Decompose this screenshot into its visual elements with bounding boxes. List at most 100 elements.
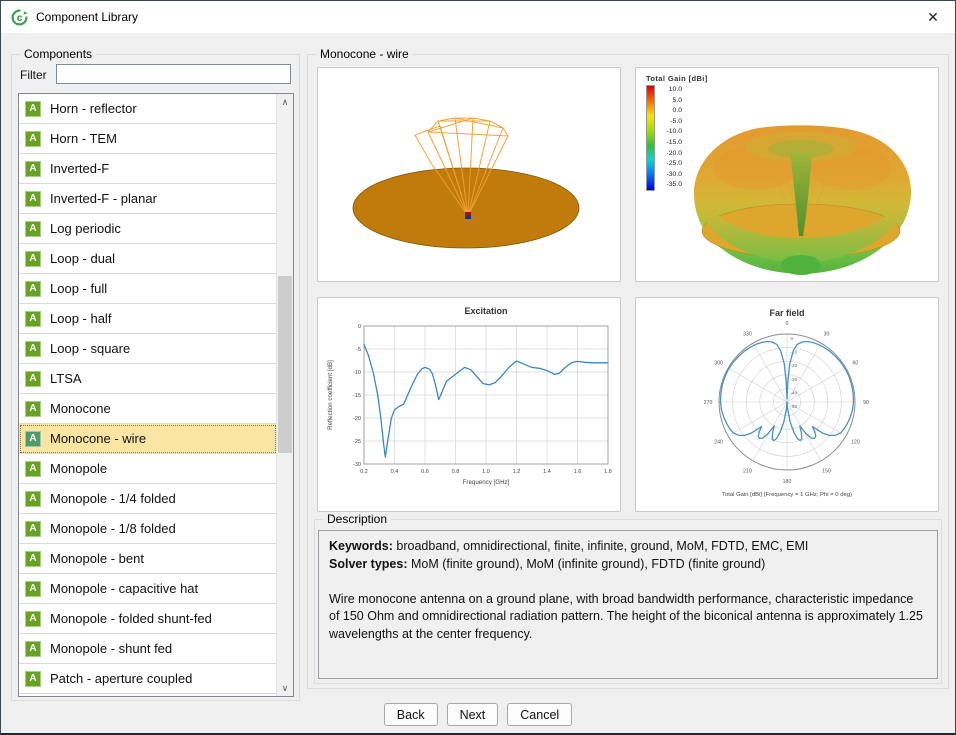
- list-item-monopole-1-8-folded[interactable]: AMonopole - 1/8 folded: [19, 514, 277, 544]
- filter-input[interactable]: [56, 64, 291, 84]
- list-item-monopole-shunt-fed[interactable]: A Monopole - shunt fed: [19, 634, 277, 664]
- list-item-monopole-1-4-folded[interactable]: AMonopole - 1/4 folded: [19, 484, 277, 514]
- component-label: Horn - reflector: [50, 101, 137, 116]
- description-text: Keywords: broadband, omnidirectional, fi…: [318, 530, 938, 679]
- component-label: Monocone - wire: [50, 431, 146, 446]
- antenna-component-icon: A: [25, 671, 41, 687]
- svg-text:0: 0: [791, 336, 794, 341]
- svg-text:1.4: 1.4: [543, 469, 551, 475]
- svg-text:-5: -5: [356, 347, 361, 353]
- antenna-component-icon: A: [25, 611, 41, 627]
- component-label: Monopole: [50, 461, 107, 476]
- svg-text:1.0: 1.0: [482, 469, 490, 475]
- list-item-monopole[interactable]: A Monopole: [19, 454, 277, 484]
- svg-text:330: 330: [743, 332, 752, 338]
- list-item-monopole-capacitive-hat[interactable]: AMonopole - capacitive hat: [19, 574, 277, 604]
- svg-text:0: 0: [786, 321, 789, 327]
- keywords-value: broadband, omnidirectional, finite, infi…: [396, 539, 808, 553]
- component-library-dialog: c Component Library ✕ Components Filter …: [0, 0, 956, 735]
- antenna-component-icon: A: [25, 251, 41, 267]
- list-item-monopole-bent[interactable]: A Monopole - bent: [19, 544, 277, 574]
- svg-text:-30: -30: [791, 377, 798, 382]
- antenna-component-icon: A: [25, 461, 41, 477]
- component-label: Monopole - 1/8 folded: [50, 521, 176, 536]
- component-label: Inverted-F: [50, 161, 109, 176]
- back-button[interactable]: Back: [384, 703, 438, 726]
- gain-pattern-preview: Total Gain [dBi] 10.05.00.0-5.0-10.0-15.…: [635, 67, 939, 282]
- keywords-line: Keywords: broadband, omnidirectional, fi…: [329, 538, 927, 556]
- svg-text:Frequency [GHz]: Frequency [GHz]: [463, 479, 510, 486]
- component-label: Monopole - capacitive hat: [50, 581, 198, 596]
- svg-text:270: 270: [704, 400, 713, 406]
- svg-text:120: 120: [851, 440, 860, 446]
- description-body: Wire monocone antenna on a ground plane,…: [329, 591, 927, 644]
- svg-text:-25: -25: [353, 439, 361, 445]
- svg-text:-50: -50: [791, 404, 798, 409]
- list-item-loop-full[interactable]: ALoop - full: [19, 274, 277, 304]
- antenna-component-icon: A: [25, 221, 41, 237]
- list-item-inverted-f-planar[interactable]: AInverted-F - planar: [19, 184, 277, 214]
- scrollbar-thumb[interactable]: [278, 276, 292, 453]
- colorbar-gradient: [646, 85, 655, 191]
- list-item-horn-reflector[interactable]: AHorn - reflector: [19, 94, 277, 124]
- solver-value: MoM (finite ground), MoM (infinite groun…: [411, 557, 765, 571]
- scrollbar-down-icon[interactable]: ∨: [277, 680, 293, 696]
- svg-text:1.6: 1.6: [574, 469, 582, 475]
- component-label: Horn - TEM: [50, 131, 117, 146]
- list-item-log-periodic[interactable]: ALog periodic: [19, 214, 277, 244]
- antenna-model-preview: [317, 67, 621, 282]
- antenna-component-icon: A: [25, 401, 41, 417]
- list-item-loop-square[interactable]: ALoop - square: [19, 334, 277, 364]
- component-label: Monopole - bent: [50, 551, 144, 566]
- component-label: Loop - full: [50, 281, 107, 296]
- description-groupbox-label: Description: [323, 512, 391, 526]
- svg-text:-10: -10: [353, 370, 361, 376]
- antenna-component-icon: A: [25, 551, 41, 567]
- preview-groupbox: Monocone - wire: [307, 54, 949, 689]
- list-item-monocone[interactable]: AMonocone: [19, 394, 277, 424]
- antenna-component-icon: A: [25, 341, 41, 357]
- component-label: LTSA: [50, 371, 82, 386]
- svg-text:-40: -40: [791, 390, 798, 395]
- list-item-ltsa[interactable]: ALTSA: [19, 364, 277, 394]
- component-label: Monopole - folded shunt-fed: [50, 611, 212, 626]
- list-item-monopole-folded-shunt-fed[interactable]: A Monopole - folded shunt-fed: [19, 604, 277, 634]
- svg-text:-15: -15: [353, 393, 361, 399]
- svg-text:60: 60: [853, 361, 859, 367]
- farfield-plot-preview: Far field0306090120150180210240270300330…: [635, 297, 939, 512]
- svg-text:-20: -20: [791, 363, 798, 368]
- antenna-component-icon: A: [25, 431, 41, 447]
- next-button[interactable]: Next: [447, 703, 499, 726]
- scrollbar-up-icon[interactable]: ∧: [277, 94, 293, 110]
- svg-text:240: 240: [714, 440, 723, 446]
- close-button[interactable]: ✕: [921, 6, 945, 28]
- antenna-component-icon: A: [25, 191, 41, 207]
- component-label: Monopole - shunt fed: [50, 641, 172, 656]
- list-item-loop-half[interactable]: ALoop - half: [19, 304, 277, 334]
- colorbar-tick-labels: 10.05.00.0-5.0-10.0-15.0-20.0-25.0-30.0-…: [658, 85, 682, 191]
- list-item-loop-dual[interactable]: ALoop - dual: [19, 244, 277, 274]
- app-icon: c: [11, 9, 28, 26]
- farfield-chart: Far field0306090120150180210240270300330…: [636, 298, 938, 511]
- component-list-rows: AHorn - reflectorAHorn - TEMAInverted-FA…: [19, 94, 293, 694]
- list-item-patch-aperture-coupled[interactable]: APatch - aperture coupled: [19, 664, 277, 694]
- list-item-horn-tem[interactable]: AHorn - TEM: [19, 124, 277, 154]
- svg-text:0.2: 0.2: [360, 469, 368, 475]
- antenna-model-image: [318, 68, 620, 281]
- antenna-component-icon: A: [25, 641, 41, 657]
- components-groupbox: Components Filter AHorn - reflectorAHorn…: [11, 54, 300, 701]
- component-list[interactable]: AHorn - reflectorAHorn - TEMAInverted-FA…: [18, 93, 294, 697]
- list-scrollbar[interactable]: ∧ ∨: [276, 94, 293, 696]
- components-groupbox-label: Components: [20, 47, 96, 61]
- svg-text:-20: -20: [353, 416, 361, 422]
- list-item-monocone-wire[interactable]: A Monocone - wire: [19, 424, 277, 454]
- gain-colorbar-legend: Total Gain [dBi] 10.05.00.0-5.0-10.0-15.…: [646, 74, 708, 191]
- svg-text:Excitation: Excitation: [464, 306, 507, 316]
- cancel-button[interactable]: Cancel: [507, 703, 572, 726]
- antenna-component-icon: A: [25, 491, 41, 507]
- excitation-chart: 0.20.40.60.81.01.21.41.61.80-5-10-15-20-…: [318, 298, 620, 511]
- excitation-plot-preview: 0.20.40.60.81.01.21.41.61.80-5-10-15-20-…: [317, 297, 621, 512]
- description-groupbox: Description Keywords: broadband, omnidir…: [314, 519, 942, 684]
- component-label: Loop - half: [50, 311, 111, 326]
- list-item-inverted-f[interactable]: AInverted-F: [19, 154, 277, 184]
